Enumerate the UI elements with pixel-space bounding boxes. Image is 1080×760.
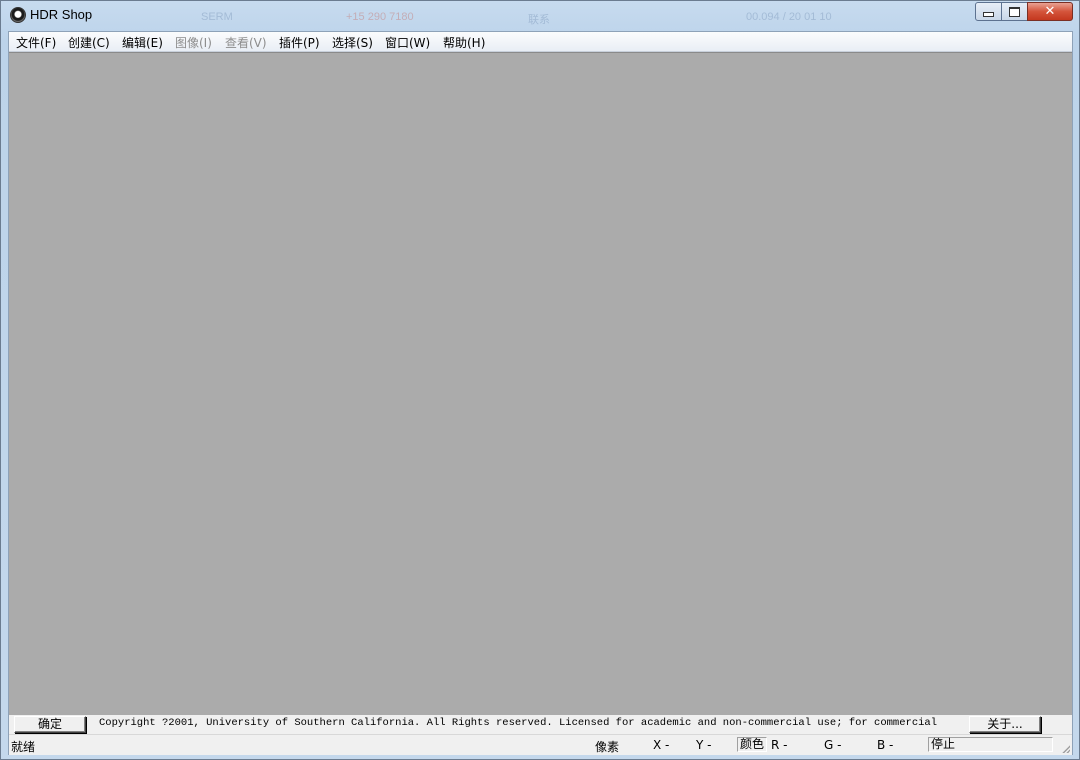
window-title: HDR Shop <box>30 7 93 22</box>
status-color-label: 颜色 <box>737 737 767 752</box>
hdr-eye-icon[interactable] <box>10 7 26 23</box>
minimize-icon <box>983 12 994 17</box>
mdi-workspace[interactable] <box>9 52 1072 716</box>
menu-plugins[interactable]: 插件(P) <box>279 34 320 51</box>
close-icon: ✕ <box>1044 4 1056 19</box>
status-g: G - <box>824 738 842 752</box>
menu-image[interactable]: 图像(I) <box>175 34 212 51</box>
resize-grip[interactable] <box>1060 743 1070 753</box>
background-text: +15 290 7180 <box>346 11 414 23</box>
menu-window[interactable]: 窗口(W) <box>385 34 430 51</box>
status-y: Y - <box>696 738 712 752</box>
status-x: X - <box>653 738 670 752</box>
client-area: 文件(F) 创建(C) 编辑(E) 图像(I) 查看(V) 插件(P) 选择(S… <box>8 31 1073 755</box>
app-window: HDR Shop SERM +15 290 7180 联系 00.094 / 2… <box>0 0 1080 760</box>
status-pixel-label: 像素 <box>595 740 620 754</box>
status-bar: 就绪 像素 X - Y - 颜色 R - G - B - 停止 <box>9 734 1072 755</box>
background-text: 联系 <box>528 14 550 26</box>
maximize-button[interactable] <box>1001 2 1028 21</box>
status-ready: 就绪 <box>11 740 36 754</box>
menu-create[interactable]: 创建(C) <box>68 34 110 51</box>
menu-edit[interactable]: 编辑(E) <box>122 34 163 51</box>
about-button[interactable]: 关于... <box>969 716 1041 733</box>
close-button[interactable]: ✕ <box>1027 2 1073 21</box>
maximize-icon <box>1009 6 1020 17</box>
menu-help[interactable]: 帮助(H) <box>443 34 485 51</box>
info-bar: 确定 Copyright ?2001, University of Southe… <box>9 715 1072 734</box>
copyright-text: Copyright ?2001, University of Southern … <box>99 717 938 729</box>
ok-button[interactable]: 确定 <box>14 716 86 733</box>
status-b: B - <box>877 738 894 752</box>
menu-view[interactable]: 查看(V) <box>225 34 267 51</box>
caption-buttons: ✕ <box>975 2 1073 21</box>
status-state: 停止 <box>928 737 1053 752</box>
background-text: SERM <box>201 11 233 23</box>
minimize-button[interactable] <box>975 2 1002 21</box>
menu-select[interactable]: 选择(S) <box>332 34 373 51</box>
title-bar[interactable]: HDR Shop SERM +15 290 7180 联系 00.094 / 2… <box>1 1 1079 31</box>
background-text: 00.094 / 20 01 10 <box>746 11 832 23</box>
menu-file[interactable]: 文件(F) <box>16 34 56 51</box>
status-r: R - <box>771 738 788 752</box>
menu-bar: 文件(F) 创建(C) 编辑(E) 图像(I) 查看(V) 插件(P) 选择(S… <box>9 32 1072 52</box>
